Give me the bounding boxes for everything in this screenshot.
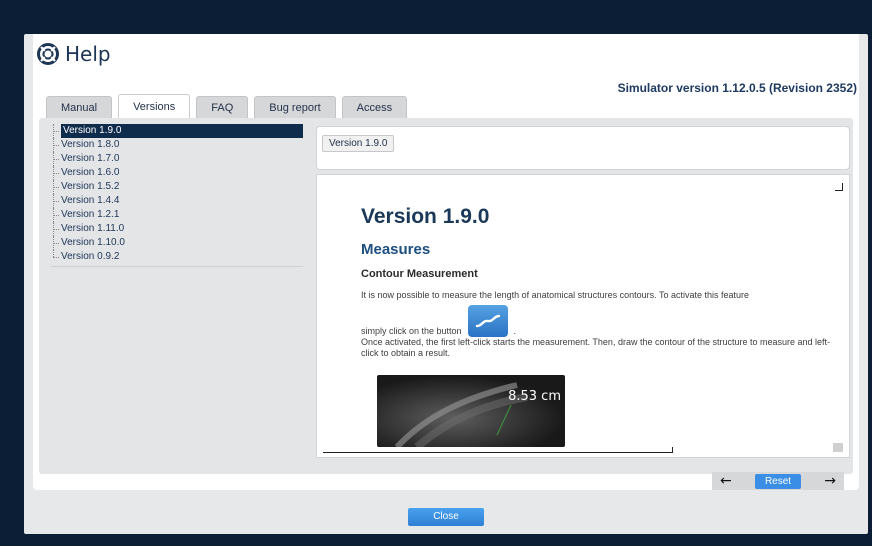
reset-button[interactable]: Reset <box>754 473 802 489</box>
ultrasound-texture <box>394 382 528 447</box>
tab-manual[interactable]: Manual <box>46 96 113 118</box>
tab-versions[interactable]: Versions <box>118 94 191 118</box>
tree-divider <box>51 266 303 267</box>
tree-item-version[interactable]: Version 1.4.4 <box>51 194 303 208</box>
release-notes-viewer: Version 1.9.0 Measures Contour Measureme… <box>316 174 850 458</box>
paragraph-button-suffix: . <box>513 326 517 336</box>
paragraph-button-prefix: simply click on the button <box>361 326 462 336</box>
tree-item-version[interactable]: Version 1.10.0 <box>51 236 303 250</box>
section-heading: Measures <box>361 241 431 258</box>
tree-item-label: Version 0.9.2 <box>61 251 120 262</box>
button-instruction-row: simply click on the button . <box>361 305 831 337</box>
viewer-header: Version 1.9.0 <box>316 126 850 170</box>
app-frame: Help Simulator version 1.12.0.5 (Revisio… <box>0 0 872 546</box>
page-title: Version 1.9.0 <box>361 205 490 228</box>
tree-item-version[interactable]: Version 0.9.2 <box>51 250 303 264</box>
tree-item-label: Version 1.11.0 <box>61 223 125 234</box>
help-dialog: Help Simulator version 1.12.0.5 (Revisio… <box>24 34 868 534</box>
tree-item-label: Version 1.9.0 <box>61 124 303 138</box>
tree-item-label: Version 1.6.0 <box>61 167 120 178</box>
horizontal-scrollbar[interactable] <box>323 447 673 453</box>
release-notes-content: Version 1.9.0 Measures Contour Measureme… <box>361 205 831 447</box>
tree-item-version[interactable]: Version 1.8.0 <box>51 138 303 152</box>
tab-bar: Manual Versions FAQ Bug report Access <box>46 94 408 118</box>
simulator-version: Simulator version 1.12.0.5 (Revision 235… <box>617 81 857 95</box>
tab-faq[interactable]: FAQ <box>196 96 249 118</box>
lifebuoy-icon <box>37 43 59 65</box>
resize-corner-icon <box>835 183 843 191</box>
arrow-right-icon[interactable]: → <box>824 472 836 490</box>
tree-item-label: Version 1.2.1 <box>61 209 120 220</box>
tree-item-version[interactable]: Version 1.7.0 <box>51 152 303 166</box>
paragraph-intro: It is now possible to measure the length… <box>361 290 750 300</box>
tree-item-version[interactable]: Version 1.2.1 <box>51 208 303 222</box>
version-breadcrumb-button[interactable]: Version 1.9.0 <box>322 135 395 152</box>
tree-item-label: Version 1.5.2 <box>61 181 120 192</box>
tree-item-label: Version 1.7.0 <box>61 153 120 164</box>
scrollbar-thumb[interactable] <box>833 443 843 452</box>
dialog-title-text: Help <box>65 42 111 66</box>
tab-bug-report[interactable]: Bug report <box>254 96 336 118</box>
subsection-heading: Contour Measurement <box>361 268 478 280</box>
ultrasound-image: 8.53 cm <box>377 375 565 447</box>
help-panel: Help Simulator version 1.12.0.5 (Revisio… <box>33 34 859 490</box>
arrow-left-icon[interactable]: ← <box>720 472 732 490</box>
measurement-label: 8.53 cm <box>508 389 561 404</box>
close-button[interactable]: Close <box>408 508 484 526</box>
versions-tree: Version 1.9.0 Version 1.8.0 Version 1.7.… <box>51 124 303 264</box>
tree-item-version[interactable]: Version 1.9.0 <box>51 124 303 138</box>
tree-item-label: Version 1.4.4 <box>61 195 120 206</box>
paragraph-instructions: Once activated, the first left-click sta… <box>361 337 831 358</box>
tree-item-version[interactable]: Version 1.11.0 <box>51 222 303 236</box>
versions-tab-body: Version 1.9.0 Version 1.8.0 Version 1.7.… <box>39 118 853 474</box>
tree-item-label: Version 1.8.0 <box>61 139 120 150</box>
tree-item-label: Version 1.10.0 <box>61 237 125 248</box>
tree-item-version[interactable]: Version 1.5.2 <box>51 180 303 194</box>
tree-item-version[interactable]: Version 1.6.0 <box>51 166 303 180</box>
navigation-bar: ← Reset → <box>712 472 844 490</box>
contour-measure-button[interactable] <box>467 305 508 337</box>
dialog-title: Help <box>37 42 111 66</box>
tab-access[interactable]: Access <box>341 96 408 118</box>
contour-icon <box>475 314 500 328</box>
